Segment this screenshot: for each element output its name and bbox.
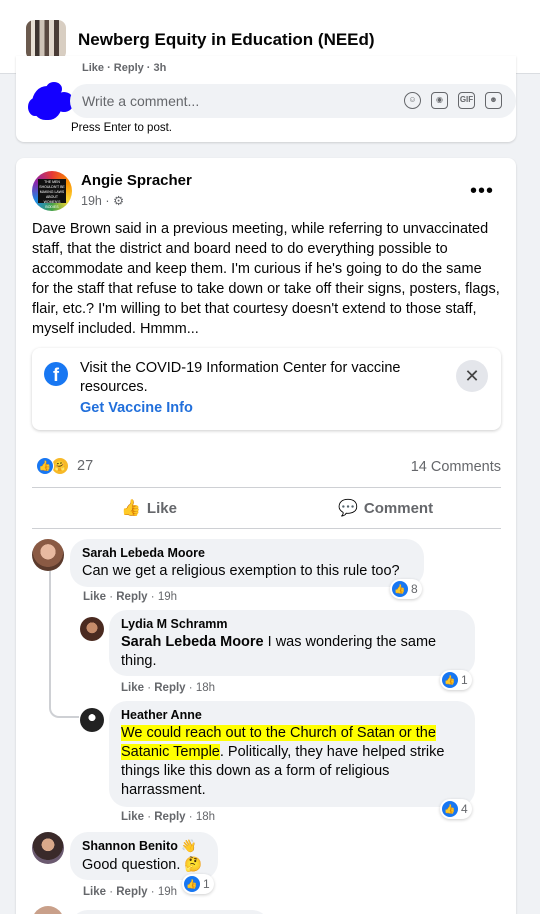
post-time[interactable]: 19h (81, 194, 102, 208)
divider (32, 487, 501, 488)
commenter-avatar[interactable] (80, 708, 104, 732)
commenter-avatar[interactable] (32, 539, 64, 571)
thread-line (49, 568, 79, 718)
comment-bubble: Shannon Benito 👋 Good question. 🤔 (70, 832, 218, 880)
comment-time[interactable]: 18h (196, 682, 215, 694)
commenter-avatar[interactable] (32, 906, 64, 914)
more-options-icon[interactable]: ••• (470, 180, 494, 203)
sticker-icon[interactable]: ☻ (485, 92, 502, 109)
comment-text: We could reach out to the Church of Sata… (121, 725, 445, 798)
speech-bubble-icon: 💬 (338, 500, 358, 517)
comment-meta: Like · Reply · 19h (83, 591, 177, 603)
post-meta: 19h · ⚙ (81, 194, 125, 208)
comment-reply-link[interactable]: Reply (154, 811, 185, 823)
emoji-icon[interactable]: ☺ (404, 92, 421, 109)
comment-text: Can we get a religious exemption to this… (82, 563, 400, 579)
comment-bubble (70, 910, 270, 914)
comment-reactions[interactable]: 👍 8 (390, 579, 422, 599)
mention-link[interactable]: Sarah Lebeda Moore (121, 634, 264, 650)
vaccine-info-link[interactable]: Get Vaccine Info (80, 400, 193, 416)
comment-bubble: Sarah Lebeda Moore Can we get a religiou… (70, 539, 424, 587)
comment-time[interactable]: 19h (158, 886, 177, 898)
comment-reply-link[interactable]: Reply (154, 682, 185, 694)
comment-reactions[interactable]: 👍 4 (440, 799, 472, 819)
reaction-count: 27 (77, 458, 94, 474)
highlighted-text: Satanic Temple (121, 744, 220, 760)
comment-like-link[interactable]: Like (121, 682, 144, 694)
like-reaction-icon: 👍 (36, 457, 54, 475)
post-author[interactable]: Angie Spracher (81, 172, 192, 189)
covid-info-banner: f Visit the COVID-19 Information Center … (32, 348, 501, 430)
like-reaction-icon: 👍 (442, 672, 458, 688)
comment-reply-link[interactable]: Reply (116, 591, 147, 603)
previous-comment-card: Like · Reply · 3h Write a comment... ☺ ◉… (16, 56, 516, 142)
comment-count[interactable]: 14 Comments (411, 459, 501, 475)
commenter-name[interactable]: Lydia M Schramm (121, 617, 463, 631)
comment-like-link[interactable]: Like (83, 886, 106, 898)
commenter-name[interactable]: Heather Anne (121, 708, 463, 722)
group-privacy-icon: ⚙ (112, 194, 125, 208)
author-avatar[interactable]: THE MEN SHOULDN'T BE MAKING LAWS ABOUT W… (32, 171, 72, 211)
comment-time[interactable]: 19h (158, 591, 177, 603)
like-reaction-icon: 👍 (392, 581, 408, 597)
comment-text: Sarah Lebeda Moore I was wondering the s… (121, 634, 437, 669)
previous-comment-meta: Like · Reply · 3h (82, 62, 167, 74)
composer-hint: Press Enter to post. (71, 122, 172, 134)
post-card: THE MEN SHOULDN'T BE MAKING LAWS ABOUT W… (16, 158, 516, 914)
comment-reply-link[interactable]: Reply (116, 886, 147, 898)
comment-placeholder: Write a comment... (82, 93, 200, 109)
commenter-avatar[interactable] (32, 832, 64, 864)
comment-time[interactable]: 18h (196, 811, 215, 823)
covid-text: Visit the COVID-19 Information Center fo… (80, 360, 401, 395)
post-body: Dave Brown said in a previous meeting, w… (32, 221, 500, 337)
like-reaction-icon: 👍 (184, 876, 200, 892)
comment-button[interactable]: 💬 Comment (338, 498, 433, 518)
camera-icon[interactable]: ◉ (431, 92, 448, 109)
comment-meta: Like · Reply · 19h (83, 886, 177, 898)
like-reaction-icon: 👍 (442, 801, 458, 817)
commenter-name[interactable]: Sarah Lebeda Moore (82, 546, 412, 560)
thumbs-up-icon: 👍 (121, 500, 141, 517)
highlighted-text: We could reach out to the Church of Sata… (121, 725, 436, 741)
comment-like-link[interactable]: Like (83, 591, 106, 603)
commenter-avatar[interactable] (80, 617, 104, 641)
comment-bubble: Heather Anne We could reach out to the C… (109, 701, 475, 807)
facebook-icon: f (44, 362, 68, 386)
group-title[interactable]: Newberg Equity in Education (NEEd) (78, 30, 375, 50)
comment-like-link[interactable]: Like (121, 811, 144, 823)
comment-input[interactable]: Write a comment... ☺ ◉ GIF ☻ (70, 84, 516, 118)
comment-bubble: Lydia M Schramm Sarah Lebeda Moore I was… (109, 610, 475, 676)
thinking-face-icon: 🤔 (184, 857, 203, 873)
comment-meta: Like · Reply · 18h (121, 682, 215, 694)
gif-icon[interactable]: GIF (458, 92, 475, 109)
wave-hand-icon: 👋 (181, 839, 197, 853)
comment-reactions[interactable]: 👍 1 (182, 874, 214, 894)
divider (32, 528, 501, 529)
like-button[interactable]: 👍 Like (121, 498, 177, 518)
comment-meta: Like · Reply · 18h (121, 811, 215, 823)
comment-reactions[interactable]: 👍 1 (440, 670, 472, 690)
comment-text: Good question. 🤔 (82, 857, 203, 873)
close-icon[interactable]: ✕ (456, 360, 488, 392)
reaction-summary[interactable]: 👍 🤗 27 (36, 457, 93, 475)
commenter-name: Shannon Benito 👋 (82, 839, 197, 853)
group-avatar[interactable] (26, 20, 66, 60)
